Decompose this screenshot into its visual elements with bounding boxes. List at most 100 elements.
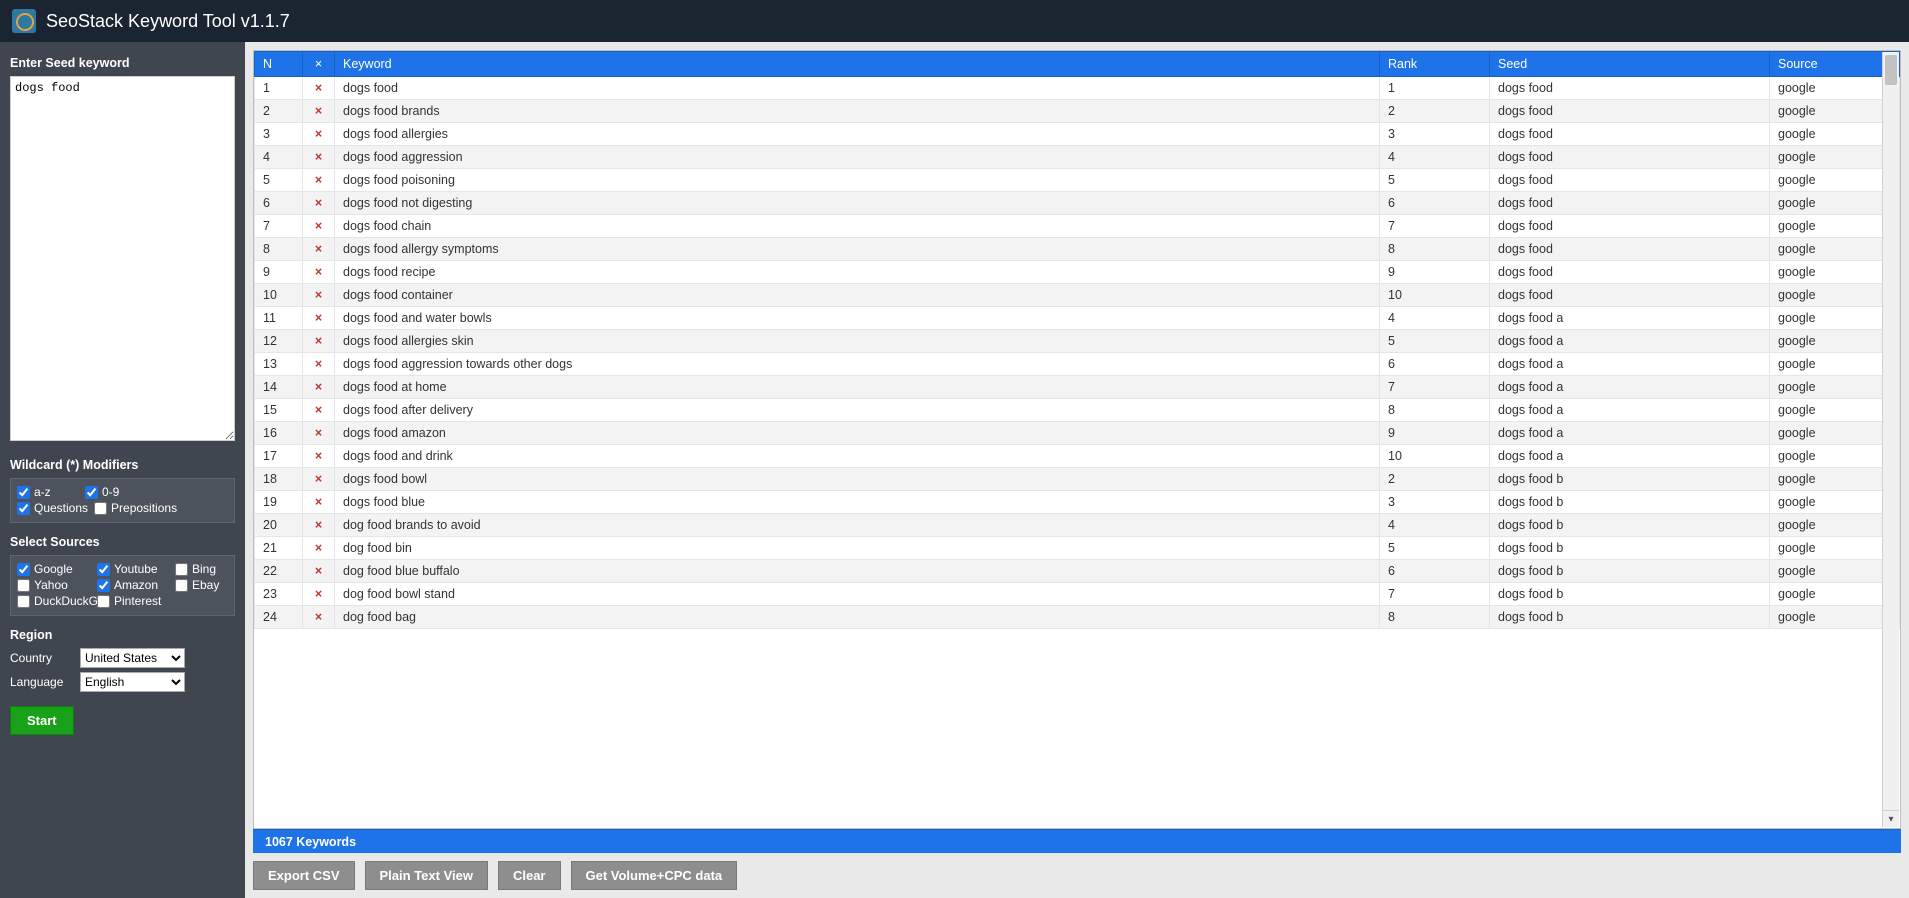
table-row[interactable]: 10×dogs food container10dogs foodgoogle [255, 284, 1900, 307]
language-select[interactable]: English [80, 672, 185, 692]
delete-row-button[interactable]: × [303, 491, 335, 514]
table-row[interactable]: 1×dogs food1dogs foodgoogle [255, 77, 1900, 100]
checkbox[interactable] [17, 486, 30, 499]
wildcard-a-z[interactable]: a-z [17, 485, 79, 499]
export-csv-button[interactable]: Export CSV [253, 861, 355, 890]
table-row[interactable]: 4×dogs food aggression4dogs foodgoogle [255, 146, 1900, 169]
source-ebay[interactable]: Ebay [175, 578, 255, 592]
table-row[interactable]: 11×dogs food and water bowls4dogs food a… [255, 307, 1900, 330]
source-duckduckgo[interactable]: DuckDuckGo [17, 594, 97, 608]
table-row[interactable]: 21×dog food bin5dogs food bgoogle [255, 537, 1900, 560]
delete-row-button[interactable]: × [303, 261, 335, 284]
table-row[interactable]: 13×dogs food aggression towards other do… [255, 353, 1900, 376]
delete-row-button[interactable]: × [303, 100, 335, 123]
close-icon[interactable]: × [315, 541, 322, 555]
delete-row-button[interactable]: × [303, 560, 335, 583]
table-row[interactable]: 19×dogs food blue3dogs food bgoogle [255, 491, 1900, 514]
country-select[interactable]: United States [80, 648, 185, 668]
close-icon[interactable]: × [315, 127, 322, 141]
source-bing[interactable]: Bing [175, 562, 255, 576]
checkbox[interactable] [97, 595, 110, 608]
source-youtube[interactable]: Youtube [97, 562, 177, 576]
close-icon[interactable]: × [315, 564, 322, 578]
delete-row-button[interactable]: × [303, 422, 335, 445]
close-icon[interactable]: × [315, 380, 322, 394]
table-row[interactable]: 14×dogs food at home7dogs food agoogle [255, 376, 1900, 399]
checkbox[interactable] [94, 502, 107, 515]
source-yahoo[interactable]: Yahoo [17, 578, 97, 592]
seed-keyword-input[interactable] [10, 76, 235, 441]
delete-row-button[interactable]: × [303, 192, 335, 215]
close-icon[interactable]: × [315, 104, 322, 118]
clear-button[interactable]: Clear [498, 861, 561, 890]
close-icon[interactable]: × [315, 403, 322, 417]
close-icon[interactable]: × [315, 173, 322, 187]
wildcard-questions[interactable]: Questions [17, 501, 88, 515]
close-icon[interactable]: × [315, 288, 322, 302]
source-pinterest[interactable]: Pinterest [97, 594, 177, 608]
table-row[interactable]: 22×dog food blue buffalo6dogs food bgoog… [255, 560, 1900, 583]
table-row[interactable]: 12×dogs food allergies skin5dogs food ag… [255, 330, 1900, 353]
checkbox[interactable] [17, 579, 30, 592]
checkbox[interactable] [17, 595, 30, 608]
table-row[interactable]: 18×dogs food bowl2dogs food bgoogle [255, 468, 1900, 491]
col-header-rank[interactable]: Rank [1380, 52, 1490, 77]
checkbox[interactable] [175, 579, 188, 592]
delete-row-button[interactable]: × [303, 399, 335, 422]
close-icon[interactable]: × [315, 150, 322, 164]
vertical-scrollbar[interactable]: ▾ [1882, 52, 1899, 827]
delete-row-button[interactable]: × [303, 445, 335, 468]
close-icon[interactable]: × [315, 587, 322, 601]
delete-row-button[interactable]: × [303, 353, 335, 376]
close-icon[interactable]: × [315, 495, 322, 509]
delete-row-button[interactable]: × [303, 307, 335, 330]
col-header-delete[interactable]: × [303, 52, 335, 77]
table-row[interactable]: 20×dog food brands to avoid4dogs food bg… [255, 514, 1900, 537]
delete-row-button[interactable]: × [303, 169, 335, 192]
delete-row-button[interactable]: × [303, 77, 335, 100]
close-icon[interactable]: × [315, 426, 322, 440]
close-icon[interactable]: × [315, 472, 322, 486]
table-row[interactable]: 8×dogs food allergy symptoms8dogs foodgo… [255, 238, 1900, 261]
close-icon[interactable]: × [315, 219, 322, 233]
table-row[interactable]: 2×dogs food brands2dogs foodgoogle [255, 100, 1900, 123]
delete-row-button[interactable]: × [303, 537, 335, 560]
delete-row-button[interactable]: × [303, 146, 335, 169]
checkbox[interactable] [17, 563, 30, 576]
delete-row-button[interactable]: × [303, 215, 335, 238]
checkbox[interactable] [175, 563, 188, 576]
checkbox[interactable] [97, 579, 110, 592]
col-header-n[interactable]: N [255, 52, 303, 77]
table-row[interactable]: 6×dogs food not digesting6dogs foodgoogl… [255, 192, 1900, 215]
source-google[interactable]: Google [17, 562, 97, 576]
checkbox[interactable] [17, 502, 30, 515]
close-icon[interactable]: × [315, 81, 322, 95]
col-header-keyword[interactable]: Keyword [335, 52, 1380, 77]
delete-row-button[interactable]: × [303, 514, 335, 537]
get-volume-cpc-button[interactable]: Get Volume+CPC data [571, 861, 738, 890]
table-row[interactable]: 17×dogs food and drink10dogs food agoogl… [255, 445, 1900, 468]
close-icon[interactable]: × [315, 449, 322, 463]
plain-text-view-button[interactable]: Plain Text View [365, 861, 488, 890]
table-row[interactable]: 7×dogs food chain7dogs foodgoogle [255, 215, 1900, 238]
delete-row-button[interactable]: × [303, 284, 335, 307]
delete-row-button[interactable]: × [303, 376, 335, 399]
col-header-seed[interactable]: Seed [1490, 52, 1770, 77]
scrollbar-down-arrow-icon[interactable]: ▾ [1883, 810, 1899, 827]
checkbox[interactable] [97, 563, 110, 576]
table-row[interactable]: 23×dog food bowl stand7dogs food bgoogle [255, 583, 1900, 606]
delete-row-button[interactable]: × [303, 123, 335, 146]
delete-row-button[interactable]: × [303, 606, 335, 629]
start-button[interactable]: Start [10, 706, 74, 735]
table-row[interactable]: 3×dogs food allergies3dogs foodgoogle [255, 123, 1900, 146]
close-icon[interactable]: × [315, 311, 322, 325]
delete-row-button[interactable]: × [303, 583, 335, 606]
close-icon[interactable]: × [315, 265, 322, 279]
close-icon[interactable]: × [315, 334, 322, 348]
table-row[interactable]: 15×dogs food after delivery8dogs food ag… [255, 399, 1900, 422]
close-icon[interactable]: × [315, 357, 322, 371]
close-icon[interactable]: × [315, 242, 322, 256]
table-row[interactable]: 9×dogs food recipe9dogs foodgoogle [255, 261, 1900, 284]
close-icon[interactable]: × [315, 196, 322, 210]
delete-row-button[interactable]: × [303, 330, 335, 353]
